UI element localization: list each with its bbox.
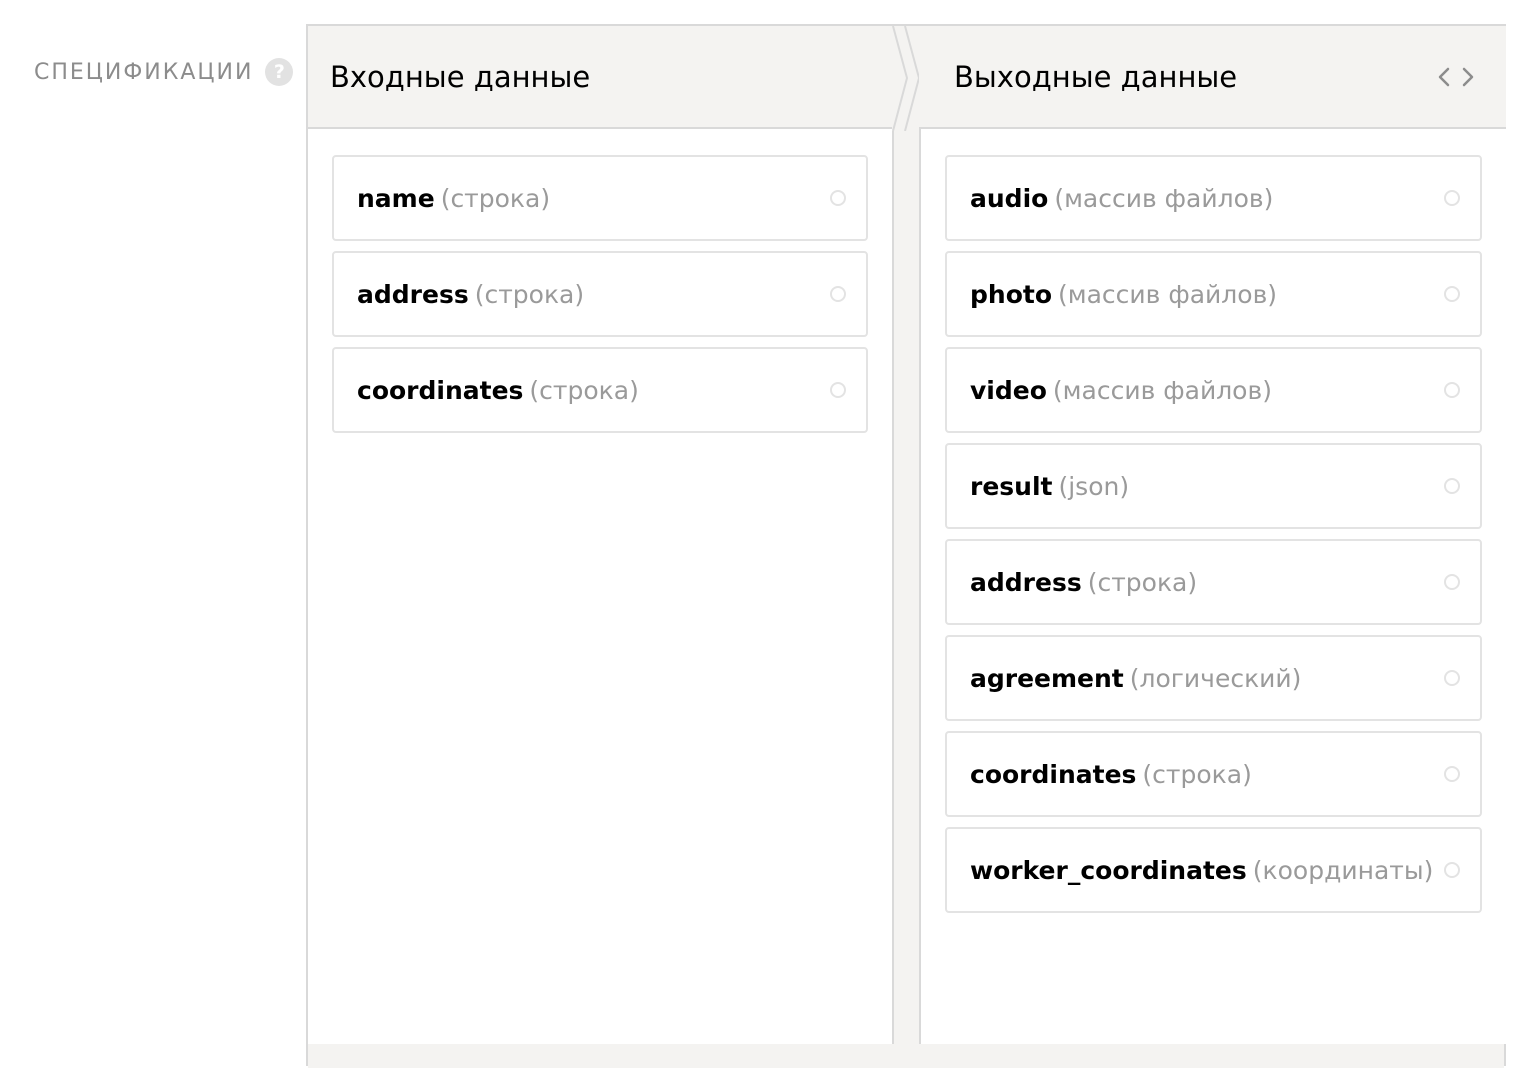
radio-icon[interactable] bbox=[1444, 382, 1460, 398]
field-name: worker_coordinates bbox=[970, 855, 1247, 885]
input-panel-title: Входные данные bbox=[330, 59, 591, 94]
input-field-card[interactable]: name (строка) bbox=[332, 155, 868, 241]
help-icon[interactable]: ? bbox=[265, 58, 294, 86]
field-label: video (массив файлов) bbox=[970, 376, 1272, 405]
field-label: coordinates (строка) bbox=[357, 376, 639, 405]
editor-bottom-bar bbox=[308, 1044, 1504, 1068]
field-label: name (строка) bbox=[357, 184, 550, 213]
field-name: result bbox=[970, 471, 1053, 501]
field-type: (json) bbox=[1058, 471, 1130, 501]
field-label: address (строка) bbox=[357, 280, 584, 309]
radio-icon[interactable] bbox=[1444, 574, 1460, 590]
output-field-card[interactable]: result (json) bbox=[945, 443, 1482, 529]
radio-icon[interactable] bbox=[1444, 286, 1460, 302]
code-brackets-icon-svg bbox=[1438, 67, 1474, 86]
field-type: (строка) bbox=[474, 279, 585, 309]
output-field-card[interactable]: worker_coordinates (координаты) bbox=[945, 827, 1482, 913]
output-field-card[interactable]: video (массив файлов) bbox=[945, 347, 1482, 433]
field-type: (строка) bbox=[1142, 759, 1252, 789]
field-type: (координаты) bbox=[1252, 855, 1434, 885]
output-panel: Выходные данные audio (массив файлов) pho… bbox=[919, 26, 1506, 1044]
output-field-card[interactable]: photo (массив файлов) bbox=[945, 251, 1482, 337]
spec-label: СПЕЦИФИКАЦИИ bbox=[34, 59, 254, 85]
field-name: address bbox=[970, 567, 1082, 597]
output-panel-title: Выходные данные bbox=[954, 59, 1238, 94]
radio-icon[interactable] bbox=[1444, 190, 1460, 206]
field-name: name bbox=[357, 183, 435, 213]
spec-editor: Входные данные name (строка) address (стро… bbox=[306, 24, 1506, 1068]
field-name: address bbox=[357, 279, 469, 309]
code-brackets-icon[interactable] bbox=[1436, 65, 1476, 89]
field-name: agreement bbox=[970, 663, 1124, 693]
chevron-divider-icon bbox=[892, 26, 922, 131]
input-field-card[interactable]: coordinates (строка) bbox=[332, 347, 868, 433]
field-type: (массив файлов) bbox=[1054, 183, 1274, 213]
field-label: audio (массив файлов) bbox=[970, 184, 1273, 213]
field-label: worker_coordinates (координаты) bbox=[970, 856, 1433, 885]
radio-icon[interactable] bbox=[830, 382, 846, 398]
radio-icon[interactable] bbox=[1444, 670, 1460, 686]
field-label: result (json) bbox=[970, 472, 1129, 501]
output-field-card[interactable]: address (строка) bbox=[945, 539, 1482, 625]
field-label: agreement (логический) bbox=[970, 664, 1301, 693]
output-fields-list: audio (массив файлов) photo (массив файлов… bbox=[919, 129, 1506, 1044]
output-field-card[interactable]: agreement (логический) bbox=[945, 635, 1482, 721]
input-panel: Входные данные name (строка) address (стро… bbox=[308, 26, 894, 1044]
input-panel-header: Входные данные bbox=[308, 26, 894, 129]
field-name: audio bbox=[970, 183, 1049, 213]
field-type: (массив файлов) bbox=[1052, 375, 1272, 405]
output-panel-header: Выходные данные bbox=[919, 26, 1506, 129]
field-label: coordinates (строка) bbox=[970, 760, 1252, 789]
section-label: СПЕЦИФИКАЦИИ ? bbox=[34, 58, 294, 86]
field-name: coordinates bbox=[970, 759, 1137, 789]
field-type: (логический) bbox=[1129, 663, 1302, 693]
radio-icon[interactable] bbox=[830, 286, 846, 302]
field-type: (массив файлов) bbox=[1058, 279, 1278, 309]
radio-icon[interactable] bbox=[1444, 478, 1460, 494]
input-field-card[interactable]: address (строка) bbox=[332, 251, 868, 337]
radio-icon[interactable] bbox=[1444, 862, 1460, 878]
output-field-card[interactable]: coordinates (строка) bbox=[945, 731, 1482, 817]
radio-icon[interactable] bbox=[1444, 766, 1460, 782]
field-type: (строка) bbox=[529, 375, 639, 405]
field-name: video bbox=[970, 375, 1047, 405]
input-fields-list: name (строка) address (строка) coordinates… bbox=[308, 129, 894, 1044]
field-label: address (строка) bbox=[970, 568, 1197, 597]
field-label: photo (массив файлов) bbox=[970, 280, 1277, 309]
radio-icon[interactable] bbox=[830, 190, 846, 206]
field-type: (строка) bbox=[1087, 567, 1198, 597]
field-name: photo bbox=[970, 279, 1052, 309]
field-type: (строка) bbox=[440, 183, 551, 213]
field-name: coordinates bbox=[357, 375, 524, 405]
output-field-card[interactable]: audio (массив файлов) bbox=[945, 155, 1482, 241]
